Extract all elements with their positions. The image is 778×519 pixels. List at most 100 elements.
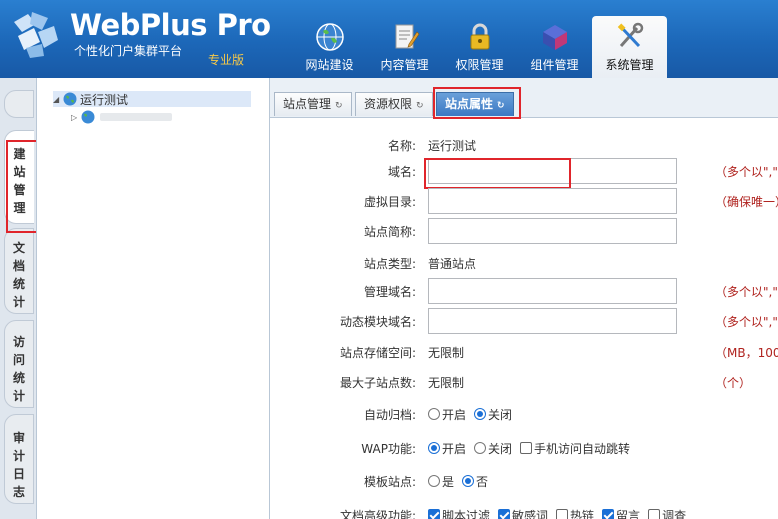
puzzle-icon [542, 25, 567, 50]
wap-options: 开启 关闭 手机访问自动跳转 [428, 440, 638, 457]
tree-node-label: 运行测试 [80, 92, 129, 107]
adv-survey-option[interactable]: 调查 [648, 507, 686, 519]
wap-redirect-checkbox[interactable] [520, 442, 533, 454]
admin-domain-input[interactable] [428, 278, 677, 304]
option-label: 关闭 [488, 407, 513, 422]
row-archive: 自动归档: 开启 关闭 [270, 401, 778, 427]
archive-off-option[interactable]: 关闭 [474, 406, 512, 423]
storage-hint: （MB，1000M [715, 345, 778, 360]
nav-system[interactable]: 系统管理 [592, 16, 667, 78]
edition-label: 专业版 [208, 53, 245, 67]
side-tab-label: 文档统计 [12, 241, 25, 309]
survey-checkbox[interactable] [648, 509, 661, 519]
app-header: WebPlus Pro 个性化门户集群平台 专业版 网站建设 内容管理 权限管理… [0, 0, 778, 78]
template-yes-option[interactable]: 是 [428, 473, 454, 490]
vdir-input[interactable] [428, 188, 677, 214]
wap-on-option[interactable]: 开启 [428, 440, 466, 457]
expand-icon[interactable]: ▷ [71, 113, 81, 122]
site-type-label: 站点类型: [363, 256, 416, 271]
short-name-input[interactable] [428, 218, 677, 244]
globe-icon [81, 110, 95, 124]
dynamic-domain-input[interactable] [428, 308, 677, 334]
globe-icon [63, 92, 77, 106]
adv-message-option[interactable]: 留言 [602, 507, 640, 519]
tagline: 个性化门户集群平台 [74, 44, 183, 58]
archive-label: 自动归档: [363, 407, 416, 422]
max-sub-value: 无限制 [428, 375, 465, 390]
wap-redirect-option[interactable]: 手机访问自动跳转 [520, 440, 630, 457]
row-vdir: 虚拟目录: （确保唯一） [270, 188, 778, 214]
tab-label: 站点管理 [283, 97, 332, 111]
option-label: 开启 [442, 441, 467, 456]
adv-hotlink-option[interactable]: 热链 [556, 507, 594, 519]
nav-label: 网站建设 [305, 58, 354, 72]
row-wap: WAP功能: 开启 关闭 手机访问自动跳转 [270, 435, 778, 461]
row-short-name: 站点简称: [270, 218, 778, 244]
nav-permission[interactable]: 权限管理 [442, 16, 517, 76]
nav-component[interactable]: 组件管理 [517, 16, 592, 76]
template-no-radio[interactable] [462, 475, 475, 487]
name-label: 名称: [387, 138, 416, 153]
tree-node-child[interactable]: ▷ [71, 109, 172, 125]
template-yes-radio[interactable] [428, 475, 440, 487]
admin-domain-label: 管理域名: [363, 284, 416, 299]
tab-site-manage[interactable]: 站点管理 ↻ [274, 92, 352, 116]
tab-label: 资源权限 [364, 97, 413, 111]
archive-on-option[interactable]: 开启 [428, 406, 466, 423]
main-nav: 网站建设 内容管理 权限管理 组件管理 系统管理 [292, 16, 667, 78]
tab-bar: 站点管理 ↻ 资源权限 ↻ 站点属性 ↻ [270, 78, 778, 118]
storage-label: 站点存储空间: [339, 345, 416, 360]
globe-icon [315, 23, 344, 51]
lock-icon [470, 23, 489, 50]
nav-label: 系统管理 [605, 58, 654, 72]
nav-label: 内容管理 [380, 58, 429, 72]
row-admin-domain: 管理域名: （多个以","隔 [270, 278, 778, 304]
script-filter-checkbox[interactable] [428, 509, 440, 519]
row-advanced: 文档高级功能: 脚本过滤 敏感词 热链 留言 调查 [270, 502, 778, 519]
storage-value: 无限制 [428, 345, 465, 360]
adv-script-filter-option[interactable]: 脚本过滤 [428, 507, 490, 519]
row-storage: 站点存储空间: 无限制 （MB，1000M [270, 339, 778, 365]
wap-off-option[interactable]: 关闭 [474, 440, 512, 457]
highlight-box [424, 158, 571, 189]
advanced-options: 脚本过滤 敏感词 热链 留言 调查 [428, 507, 694, 519]
side-tab-visit-stats[interactable]: 访问统计 [4, 320, 34, 408]
option-label: 是 [442, 474, 455, 489]
collapse-icon[interactable]: ◢ [53, 95, 63, 104]
nav-site-build[interactable]: 网站建设 [292, 16, 367, 76]
sensitive-word-checkbox[interactable] [498, 509, 511, 519]
template-label: 模板站点: [363, 474, 416, 489]
row-max-sub: 最大子站点数: 无限制 （个） [270, 369, 778, 395]
tab-resource-perm[interactable]: 资源权限 ↻ [355, 92, 433, 116]
side-tab-doc-stats[interactable]: 文档统计 [4, 228, 34, 314]
dynamic-domain-hint: （多个以","隔 [715, 314, 778, 329]
message-checkbox[interactable] [602, 509, 615, 519]
refresh-icon[interactable]: ↻ [416, 101, 424, 111]
admin-domain-hint: （多个以","隔 [715, 284, 778, 299]
option-label: 敏感词 [512, 508, 549, 519]
archive-on-radio[interactable] [428, 408, 440, 420]
domain-hint: （多个以","隔 [715, 164, 778, 179]
tree-node-root[interactable]: ◢ 运行测试 [53, 91, 251, 107]
refresh-icon[interactable]: ↻ [335, 101, 343, 111]
option-label: 手机访问自动跳转 [534, 441, 631, 456]
wap-label: WAP功能: [361, 441, 416, 456]
adv-sensitive-option[interactable]: 敏感词 [498, 507, 548, 519]
option-label: 否 [476, 474, 489, 489]
hotlink-checkbox[interactable] [556, 509, 569, 519]
nav-content[interactable]: 内容管理 [367, 16, 442, 76]
archive-off-radio[interactable] [474, 408, 487, 420]
template-no-option[interactable]: 否 [462, 473, 488, 490]
option-label: 开启 [442, 407, 467, 422]
domain-label: 域名: [387, 164, 416, 179]
brand-name: WebPlus Pro [70, 8, 271, 42]
row-template: 模板站点: 是 否 [270, 468, 778, 494]
row-name: 名称: 运行测试 [270, 132, 778, 158]
wap-on-radio[interactable] [428, 442, 440, 454]
option-label: 热链 [570, 508, 595, 519]
document-edit-icon [395, 24, 419, 49]
side-tab-audit-log[interactable]: 审计日志 [4, 414, 34, 504]
logo-icon [14, 12, 58, 58]
wap-off-radio[interactable] [474, 442, 487, 454]
max-sub-label: 最大子站点数: [339, 375, 416, 390]
